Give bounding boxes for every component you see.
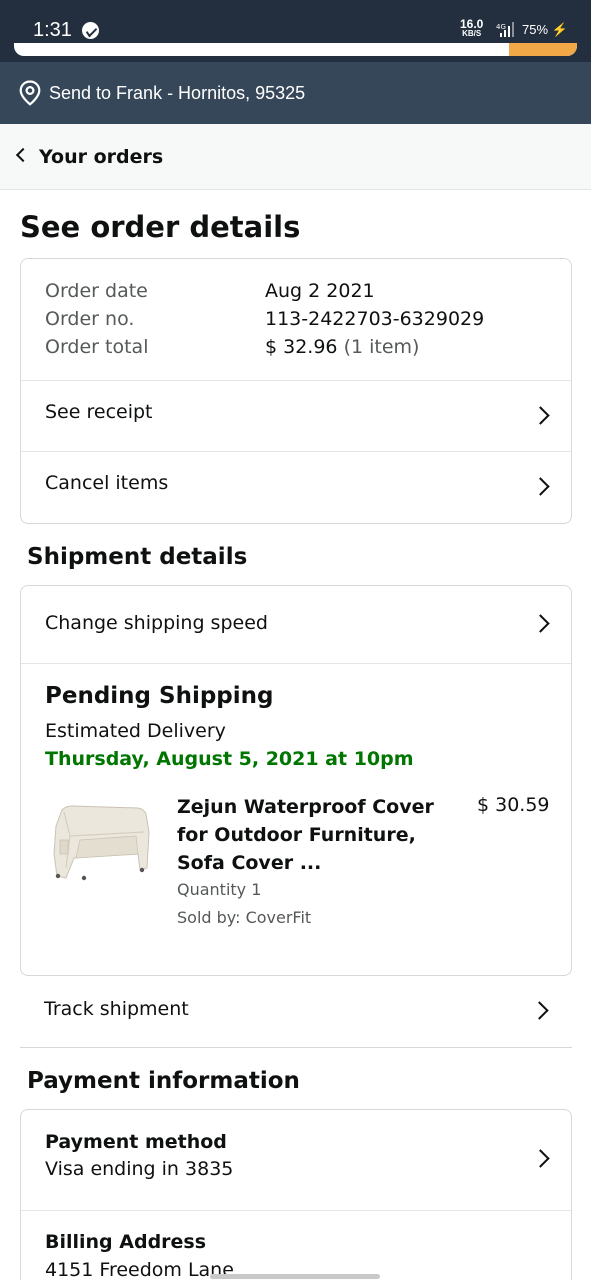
see-receipt-row[interactable]: See receipt (21, 380, 571, 451)
shipment-details-heading: Shipment details (27, 544, 248, 570)
page-load-progress (14, 43, 577, 56)
order-date-label: Order date (45, 280, 148, 302)
order-total-amount: $ 32.96 (265, 336, 338, 358)
chevron-right-icon (530, 1001, 549, 1020)
product-title[interactable]: Zejun Waterproof Cover for Outdoor Furni… (177, 793, 437, 877)
product-quantity: Quantity 1 (177, 880, 262, 899)
track-shipment-label: Track shipment (44, 998, 189, 1020)
billing-address-line: 4151 Freedom Lane (45, 1259, 234, 1280)
home-indicator[interactable] (210, 1274, 380, 1279)
network-speed: 16.0 KB/S (460, 18, 483, 39)
messenger-icon (82, 22, 99, 39)
chevron-right-icon (531, 477, 550, 496)
location-pin-icon (19, 80, 41, 106)
order-date-value: Aug 2 2021 (265, 280, 375, 302)
chevron-right-icon (531, 1149, 550, 1168)
order-summary-card: Order date Aug 2 2021 Order no. 113-2422… (20, 258, 572, 524)
status-bar: 1:31 16.0 KB/S 4G 75% ⚡ (0, 0, 591, 62)
change-shipping-speed-row[interactable]: Change shipping speed (21, 586, 571, 664)
see-receipt-label: See receipt (45, 401, 153, 423)
your-orders-link[interactable]: Your orders (39, 146, 163, 168)
chevron-right-icon (531, 406, 550, 425)
estimated-delivery-label: Estimated Delivery (45, 720, 226, 742)
payment-method-title: Payment method (45, 1131, 227, 1153)
delivery-location-text[interactable]: Send to Frank - Hornitos, 95325 (49, 83, 305, 104)
payment-card: Payment method Visa ending in 3835 Billi… (20, 1109, 572, 1280)
payment-information-heading: Payment information (27, 1068, 300, 1094)
network-speed-unit: KB/S (462, 29, 482, 38)
cancel-items-row[interactable]: Cancel items (21, 451, 571, 523)
order-number-label: Order no. (45, 308, 135, 330)
product-seller[interactable]: Sold by: CoverFit (177, 908, 311, 927)
payment-method-row[interactable]: Payment method Visa ending in 3835 (21, 1110, 571, 1211)
order-number-value: 113-2422703-6329029 (265, 308, 485, 330)
chevron-right-icon (531, 614, 550, 633)
shipment-status: Pending Shipping (45, 683, 274, 709)
payment-method-value: Visa ending in 3835 (45, 1158, 234, 1180)
status-time: 1:31 (33, 19, 72, 41)
battery-percent: 75% (522, 22, 549, 37)
battery-status: 75% ⚡ (522, 22, 568, 38)
shipment-card: Change shipping speed Pending Shipping E… (20, 585, 572, 976)
track-shipment-row[interactable]: Track shipment (20, 976, 572, 1048)
estimated-delivery-date: Thursday, August 5, 2021 at 10pm (45, 748, 414, 770)
page-load-progress-accent (509, 43, 577, 56)
order-total-items: (1 item) (343, 336, 420, 358)
change-shipping-speed-label: Change shipping speed (45, 612, 268, 634)
order-total-value: $ 32.96 (1 item) (265, 336, 419, 358)
order-total-label: Order total (45, 336, 149, 358)
charging-icon: ⚡ (551, 22, 568, 37)
cancel-items-label: Cancel items (45, 472, 169, 494)
product-price: $ 30.59 (477, 794, 550, 816)
product-image[interactable] (50, 796, 154, 882)
signal-icon: 4G (496, 22, 514, 37)
billing-address-title: Billing Address (45, 1231, 207, 1253)
page-title: See order details (20, 210, 301, 244)
network-type: 4G (496, 23, 506, 31)
